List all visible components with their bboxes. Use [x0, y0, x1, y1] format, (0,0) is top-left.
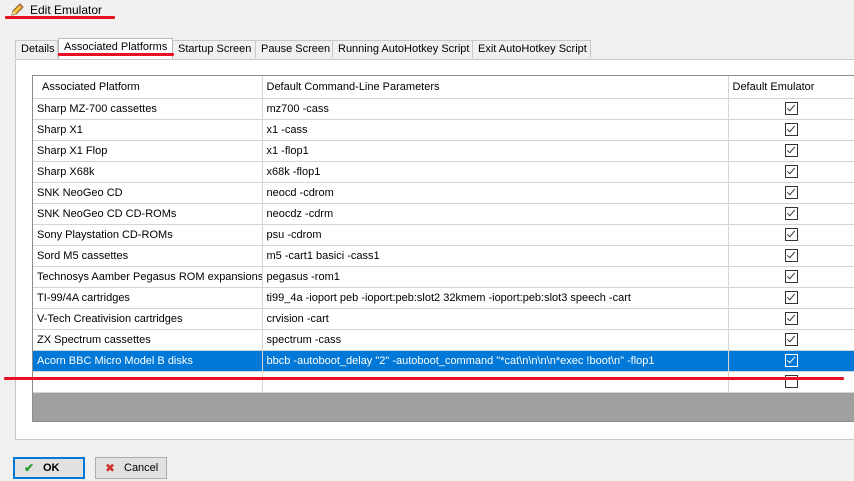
default-emulator-cell[interactable] — [728, 140, 854, 162]
tab-details[interactable]: Details — [15, 40, 58, 58]
platform-cell[interactable]: Technosys Aamber Pegasus ROM expansions — [33, 266, 263, 288]
window-title: Edit Emulator — [30, 3, 103, 17]
default-emulator-cell[interactable] — [728, 350, 854, 372]
platform-cell[interactable]: TI-99/4A cartridges — [33, 287, 263, 309]
title-bar: Edit Emulator — [0, 0, 854, 22]
default-emulator-cell[interactable] — [728, 371, 854, 393]
params-cell[interactable]: x1 -cass — [262, 119, 729, 141]
platform-cell[interactable] — [33, 371, 263, 393]
table-row[interactable]: TI-99/4A cartridges ti99_4a -ioport peb -… — [33, 287, 854, 309]
annotation-underline-tab — [58, 53, 174, 56]
check-icon: ✔ — [23, 461, 35, 475]
platform-cell[interactable]: SNK NeoGeo CD — [33, 182, 263, 204]
params-cell[interactable]: x68k -flop1 — [262, 161, 729, 183]
ok-label: OK — [43, 462, 60, 474]
default-emulator-checkbox[interactable] — [785, 165, 798, 178]
annotation-underline-title — [5, 16, 115, 19]
platforms-table: Associated Platform Default Command-Line… — [33, 76, 854, 393]
table-row[interactable]: Sord M5 cassettes m5 -cart1 basici -cass1 — [33, 245, 854, 267]
default-emulator-checkbox[interactable] — [785, 249, 798, 262]
default-emulator-checkbox[interactable] — [785, 333, 798, 346]
params-cell[interactable]: crvision -cart — [262, 308, 729, 330]
default-emulator-checkbox[interactable] — [785, 207, 798, 220]
tab-pause-screen[interactable]: Pause Screen — [255, 40, 333, 58]
platforms-grid[interactable]: Associated Platform Default Command-Line… — [32, 75, 854, 422]
table-row[interactable]: Sharp X1 Flop x1 -flop1 — [33, 140, 854, 162]
params-cell[interactable]: neocd -cdrom — [262, 182, 729, 204]
params-cell[interactable]: ti99_4a -ioport peb -ioport:peb:slot2 32… — [262, 287, 729, 309]
default-emulator-checkbox[interactable] — [785, 312, 798, 325]
default-emulator-checkbox[interactable] — [785, 291, 798, 304]
default-emulator-cell[interactable] — [728, 98, 854, 120]
ok-button[interactable]: ✔ OK — [13, 457, 85, 479]
table-row[interactable]: V-Tech Creativision cartridges crvision -… — [33, 308, 854, 330]
params-cell[interactable]: pegasus -rom1 — [262, 266, 729, 288]
params-cell[interactable]: mz700 -cass — [262, 98, 729, 120]
table-row[interactable] — [33, 371, 854, 393]
header-row: Associated Platform Default Command-Line… — [33, 76, 854, 99]
default-emulator-cell[interactable] — [728, 245, 854, 267]
tab-startup-screen[interactable]: Startup Screen — [172, 40, 256, 58]
default-emulator-checkbox[interactable] — [785, 186, 798, 199]
params-cell[interactable]: spectrum -cass — [262, 329, 729, 351]
table-row[interactable]: SNK NeoGeo CD CD-ROMs neocdz -cdrm — [33, 203, 854, 225]
table-row[interactable]: Sharp X1 x1 -cass — [33, 119, 854, 141]
cancel-label: Cancel — [124, 462, 159, 474]
default-emulator-checkbox[interactable] — [785, 123, 798, 136]
table-row[interactable]: Acorn BBC Micro Model B disks bbcb -autob… — [33, 350, 854, 372]
tab-exit-autohotkey-script[interactable]: Exit AutoHotkey Script — [472, 40, 591, 58]
grid-body: Sharp MZ-700 cassettes mz700 -cass Sharp X… — [33, 98, 854, 393]
column-header-platform[interactable]: Associated Platform — [33, 76, 263, 99]
default-emulator-cell[interactable] — [728, 329, 854, 351]
default-emulator-cell[interactable] — [728, 308, 854, 330]
platform-cell[interactable]: ZX Spectrum cassettes — [33, 329, 263, 351]
params-cell[interactable]: bbcb -autoboot_delay "2" -autoboot_comma… — [262, 350, 729, 372]
table-row[interactable]: Sharp X68k x68k -flop1 — [33, 161, 854, 183]
column-header-params[interactable]: Default Command-Line Parameters — [262, 76, 729, 99]
default-emulator-checkbox[interactable] — [785, 102, 798, 115]
params-cell[interactable]: x1 -flop1 — [262, 140, 729, 162]
cross-icon: ✖ — [104, 461, 116, 475]
table-row[interactable]: Sharp MZ-700 cassettes mz700 -cass — [33, 98, 854, 120]
params-cell[interactable]: m5 -cart1 basici -cass1 — [262, 245, 729, 267]
platform-cell[interactable]: Sony Playstation CD-ROMs — [33, 224, 263, 246]
default-emulator-cell[interactable] — [728, 119, 854, 141]
default-emulator-checkbox[interactable] — [785, 228, 798, 241]
platform-cell[interactable]: Sharp MZ-700 cassettes — [33, 98, 263, 120]
table-row[interactable]: Technosys Aamber Pegasus ROM expansions p… — [33, 266, 854, 288]
default-emulator-checkbox[interactable] — [785, 144, 798, 157]
table-row[interactable]: Sony Playstation CD-ROMs psu -cdrom — [33, 224, 854, 246]
default-emulator-checkbox[interactable] — [785, 354, 798, 367]
cancel-button[interactable]: ✖ Cancel — [95, 457, 167, 479]
default-emulator-cell[interactable] — [728, 224, 854, 246]
platform-cell[interactable]: V-Tech Creativision cartridges — [33, 308, 263, 330]
annotation-underline-selected-row — [4, 377, 844, 380]
default-emulator-cell[interactable] — [728, 161, 854, 183]
platform-cell[interactable]: Sord M5 cassettes — [33, 245, 263, 267]
platform-cell[interactable]: Sharp X68k — [33, 161, 263, 183]
table-row[interactable]: SNK NeoGeo CD neocd -cdrom — [33, 182, 854, 204]
default-emulator-cell[interactable] — [728, 203, 854, 225]
platform-cell[interactable]: Sharp X1 Flop — [33, 140, 263, 162]
platform-cell[interactable]: Acorn BBC Micro Model B disks — [33, 350, 263, 372]
default-emulator-checkbox[interactable] — [785, 270, 798, 283]
default-emulator-cell[interactable] — [728, 266, 854, 288]
default-emulator-cell[interactable] — [728, 287, 854, 309]
tab-running-autohotkey-script[interactable]: Running AutoHotkey Script — [332, 40, 473, 58]
table-row[interactable]: ZX Spectrum cassettes spectrum -cass — [33, 329, 854, 351]
params-cell[interactable]: neocdz -cdrm — [262, 203, 729, 225]
params-cell[interactable] — [262, 371, 729, 393]
default-emulator-cell[interactable] — [728, 182, 854, 204]
column-header-default[interactable]: Default Emulator — [728, 76, 854, 99]
params-cell[interactable]: psu -cdrom — [262, 224, 729, 246]
platform-cell[interactable]: Sharp X1 — [33, 119, 263, 141]
platform-cell[interactable]: SNK NeoGeo CD CD-ROMs — [33, 203, 263, 225]
